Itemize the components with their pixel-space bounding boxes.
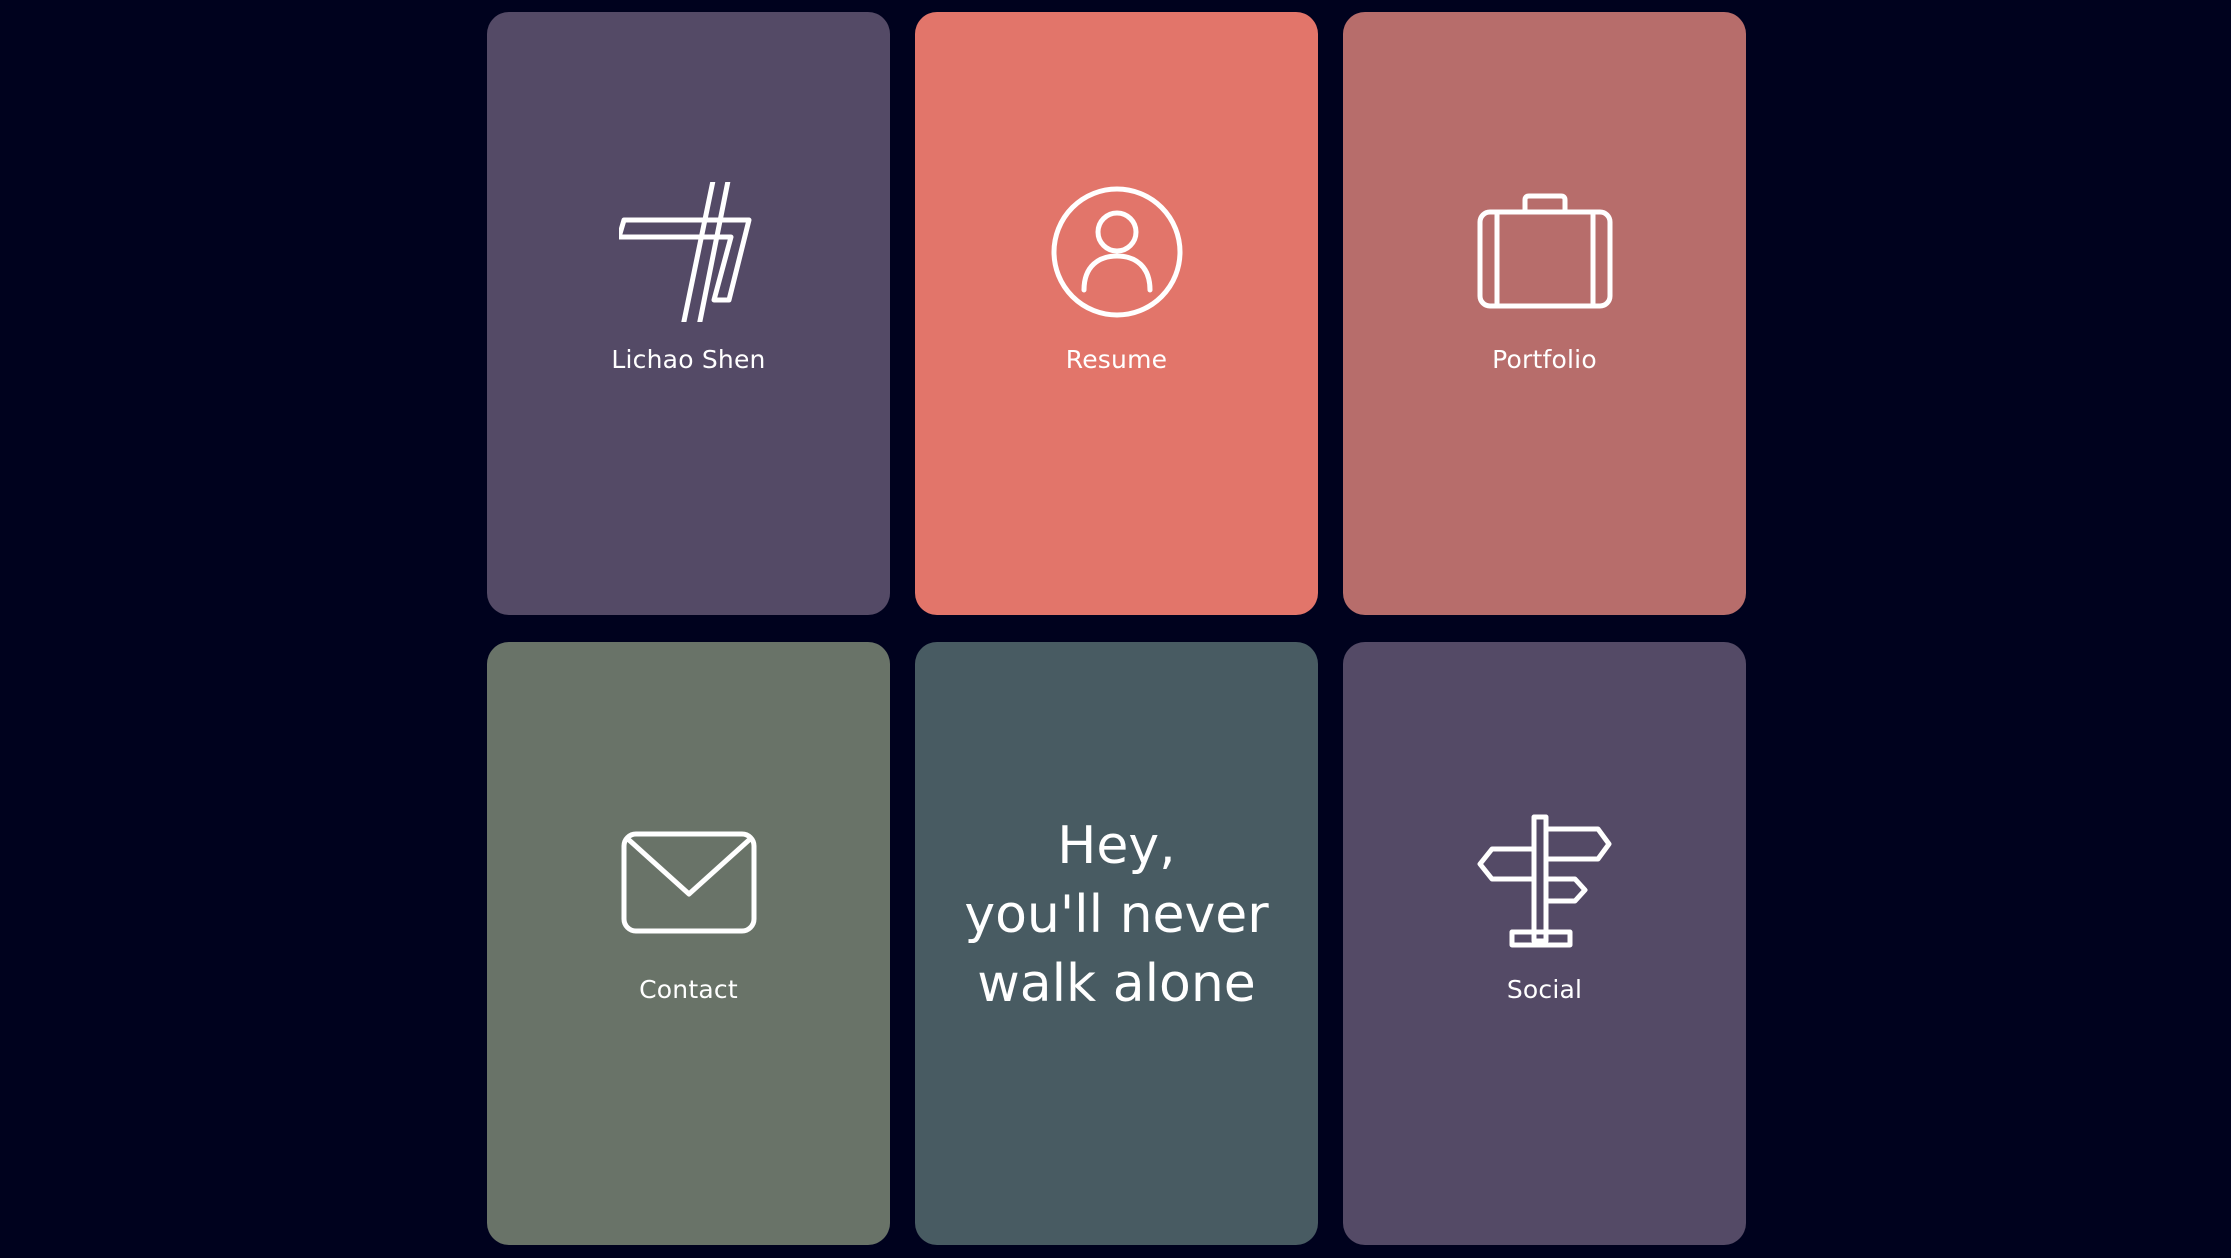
quote-text: Hey, you'll never walk alone [915,812,1318,1019]
tile-label: Resume [1065,345,1168,374]
tile-portfolio[interactable]: Portfolio [1343,12,1746,615]
tile-resume[interactable]: Resume [915,12,1318,615]
tile-label: Contact [639,975,738,1004]
briefcase-icon [1475,182,1615,322]
signpost-icon [1475,812,1615,952]
tile-contact[interactable]: Contact [487,642,890,1245]
tile-label: Portfolio [1492,345,1597,374]
tile-social[interactable]: Social [1343,642,1746,1245]
tile-home[interactable]: Lichao Shen [487,12,890,615]
tile-label: Social [1506,975,1583,1004]
envelope-icon [619,812,759,952]
logo-icon [618,182,759,322]
quote-tile: Hey, you'll never walk alone [915,642,1318,1245]
tile-label: Lichao Shen [611,345,766,374]
quote-line: you'll never [964,885,1269,945]
quote-line: walk alone [977,954,1256,1014]
user-circle-icon [1047,182,1187,322]
tile-grid: Lichao Shen Resume Portfolio Contact Hey… [487,12,1746,1245]
quote-line: Hey, [1057,816,1176,876]
